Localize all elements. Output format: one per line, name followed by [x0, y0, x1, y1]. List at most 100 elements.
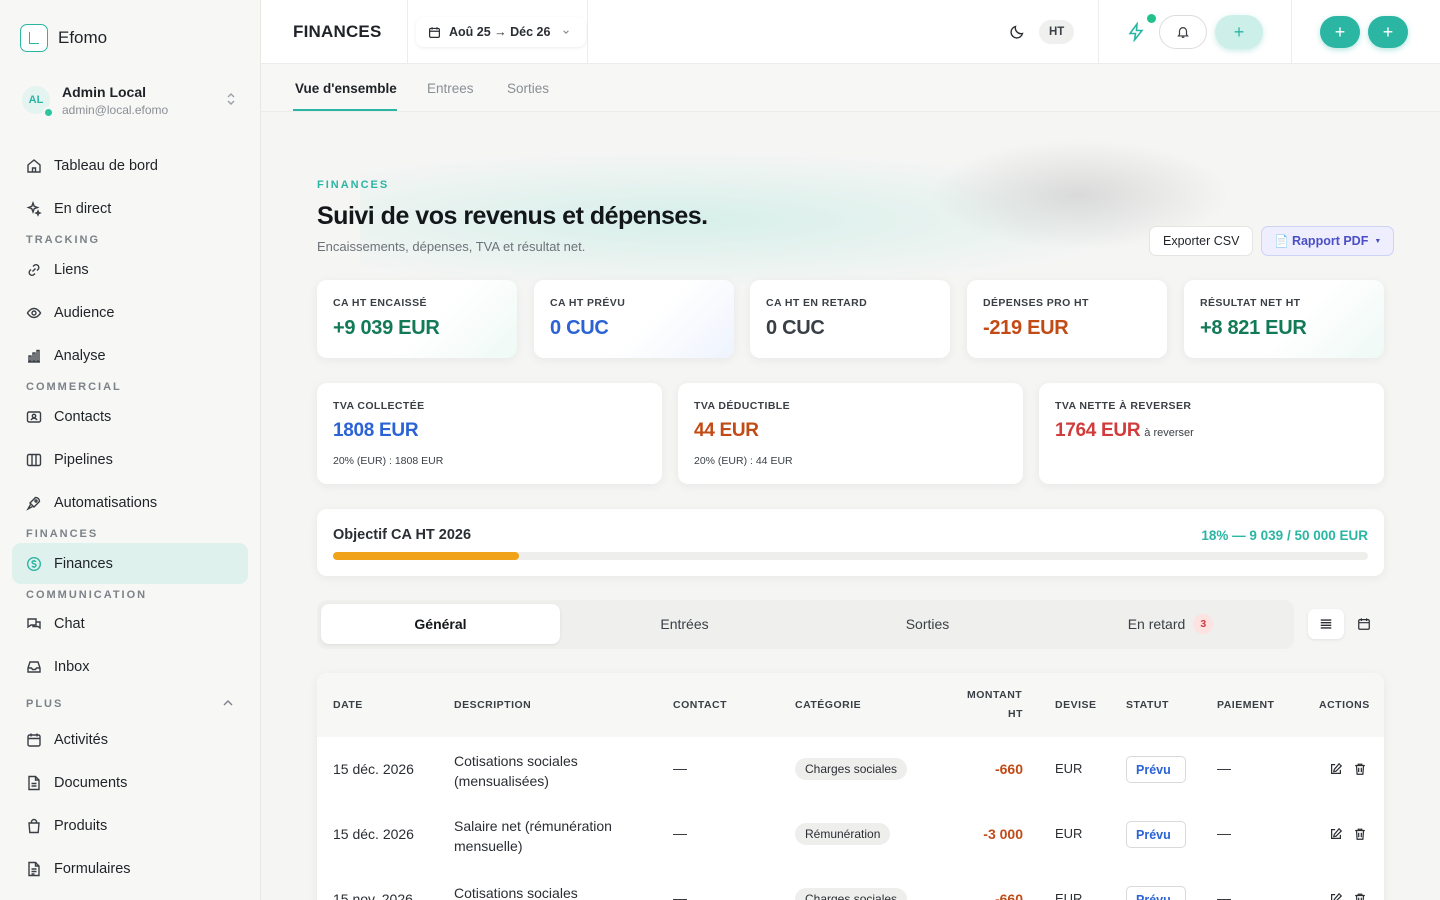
tab-exits[interactable]: Sorties [507, 81, 549, 96]
table-row[interactable]: 15 déc. 2026 Cotisations sociales (mensual… [317, 737, 1384, 802]
kpi-label: TVA DÉDUCTIBLE [694, 400, 791, 412]
sidebar-item-finances[interactable]: Finances [12, 543, 248, 584]
cell-payment: — [1217, 825, 1231, 841]
column-header-amount[interactable]: MONTANT [967, 689, 1022, 701]
kpi-label: CA HT PRÉVU [550, 297, 626, 309]
tab-overview[interactable]: Vue d'ensemble [295, 81, 397, 96]
goal-progress-track [333, 552, 1368, 560]
link-icon [26, 262, 42, 278]
online-status-icon [43, 107, 54, 118]
sidebar-item-automations[interactable]: Automatisations [12, 482, 248, 523]
calendar-view-button[interactable] [1346, 609, 1382, 639]
sidebar-item-audience[interactable]: Audience [12, 292, 248, 333]
kpi-value-wrap: 1764 EUR à reverser [1055, 420, 1194, 442]
description-line-2: (mensualisées) [454, 773, 549, 789]
description-line-2: mensuelle) [454, 838, 523, 854]
status-value: Prévu [1136, 827, 1171, 842]
tab-exits[interactable]: Sorties [808, 604, 1047, 644]
kpi-label: CA HT ENCAISSÉ [333, 297, 427, 309]
sidebar-item-label: Produits [54, 817, 108, 834]
sidebar-item-chat[interactable]: Chat [12, 603, 248, 644]
column-header-contact[interactable]: CONTACT [673, 699, 727, 711]
column-header-currency[interactable]: DEVISE [1055, 699, 1097, 711]
kpi-value: 0 CUC [550, 317, 609, 339]
list-view-button[interactable] [1308, 609, 1344, 639]
trash-icon[interactable] [1353, 892, 1367, 900]
status-select[interactable]: Prévu [1126, 821, 1186, 848]
kpi-label: DÉPENSES PRO HT [983, 297, 1089, 309]
tab-entries[interactable]: Entrees [427, 81, 474, 96]
column-header-description[interactable]: DESCRIPTION [454, 699, 531, 711]
sidebar-item-label: Tableau de bord [54, 157, 158, 174]
user-switcher[interactable]: AL Admin Local admin@local.efomo [22, 82, 242, 118]
edit-icon[interactable] [1329, 762, 1343, 776]
add-button-secondary[interactable]: + [1368, 16, 1408, 48]
brand[interactable]: Efomo [20, 24, 107, 52]
date-range-picker[interactable]: Aoû 25 → Déc 26 [416, 17, 587, 47]
sidebar-item-activities[interactable]: Activités [12, 719, 248, 760]
ht-toggle[interactable]: HT [1039, 20, 1075, 44]
notifications-button[interactable] [1159, 15, 1207, 49]
edit-icon[interactable] [1329, 827, 1343, 841]
edit-icon[interactable] [1329, 892, 1343, 900]
sidebar-item-pipelines[interactable]: Pipelines [12, 439, 248, 480]
quick-add-button[interactable]: + [1215, 15, 1263, 49]
form-icon [26, 861, 42, 877]
status-select[interactable]: Prévu [1126, 756, 1186, 783]
eye-icon [26, 305, 42, 321]
report-pdf-button[interactable]: 📄 Rapport PDF ▼ [1261, 226, 1395, 256]
kpi-value: +9 039 EUR [333, 317, 440, 339]
kpi-label: RÉSULTAT NET HT [1200, 297, 1301, 309]
sidebar-item-dashboard[interactable]: Tableau de bord [12, 145, 248, 186]
sidebar-item-live[interactable]: En direct [12, 188, 248, 229]
column-header-status[interactable]: STATUT [1126, 699, 1169, 711]
lightning-icon[interactable] [1126, 22, 1146, 42]
column-header-category[interactable]: CATÉGORIE [795, 699, 861, 711]
sidebar-item-label: Documents [54, 774, 128, 791]
shopping-bag-icon [26, 818, 42, 834]
sidebar-item-documents[interactable]: Documents [12, 762, 248, 803]
chevron-up-icon[interactable] [222, 697, 234, 709]
kpi-card-ca-retard: CA HT EN RETARD 0 CUC [750, 280, 950, 358]
kpi-label: TVA NETTE À REVERSER [1055, 400, 1192, 412]
table-row[interactable]: 15 déc. 2026 Salaire net (rémunération men… [317, 802, 1384, 867]
tab-entries[interactable]: Entrées [565, 604, 804, 644]
sidebar-item-links[interactable]: Liens [12, 249, 248, 290]
tab-late[interactable]: En retard 3 [1051, 604, 1290, 644]
sidebar-item-forms[interactable]: Formulaires [12, 848, 248, 889]
home-icon [26, 158, 42, 174]
trash-icon[interactable] [1353, 827, 1367, 841]
goal-title: Objectif CA HT 2026 [333, 527, 472, 543]
sidebar-item-products[interactable]: Produits [12, 805, 248, 846]
column-header-date[interactable]: DATE [333, 699, 363, 711]
hero-eyebrow: FINANCES [317, 179, 390, 191]
vat-card-deductible: TVA DÉDUCTIBLE 44 EUR 20% (EUR) : 44 EUR [678, 383, 1023, 484]
tab-general[interactable]: Général [321, 604, 560, 644]
status-select[interactable]: Prévu [1126, 886, 1186, 900]
cell-currency: EUR [1055, 891, 1083, 900]
sidebar-item-label: Activités [54, 731, 108, 748]
goal-stat: 18% — 9 039 / 50 000 EUR [1201, 528, 1368, 543]
sidebar-item-inbox[interactable]: Inbox [12, 646, 248, 687]
sidebar-item-analysis[interactable]: Analyse [12, 335, 248, 376]
moon-icon[interactable] [1009, 24, 1025, 40]
sidebar-item-label: Contacts [54, 408, 112, 425]
trash-icon[interactable] [1353, 762, 1367, 776]
date-range-label: Aoû 25 → Déc 26 [449, 25, 551, 39]
add-button-primary[interactable]: + [1320, 16, 1360, 48]
column-header-payment[interactable]: PAIEMENT [1217, 699, 1274, 711]
page-title: FINANCES [293, 22, 382, 41]
export-csv-button[interactable]: Exporter CSV [1149, 226, 1254, 256]
kpi-value: 1764 EUR [1055, 420, 1141, 441]
brand-logo-icon [20, 24, 48, 52]
sidebar-item-label: Liens [54, 261, 89, 278]
bar-chart-icon [26, 348, 42, 364]
cell-date: 15 déc. 2026 [333, 761, 414, 777]
cell-contact: — [673, 825, 687, 841]
sidebar-item-contacts[interactable]: Contacts [12, 396, 248, 437]
sidebar-item-label: En direct [54, 200, 112, 217]
table-row[interactable]: 15 nov. 2026 Cotisations sociales — Charges… [317, 867, 1384, 900]
sidebar-item-label: Automatisations [54, 494, 158, 511]
user-email: admin@local.efomo [62, 102, 169, 117]
divider [1098, 0, 1099, 64]
